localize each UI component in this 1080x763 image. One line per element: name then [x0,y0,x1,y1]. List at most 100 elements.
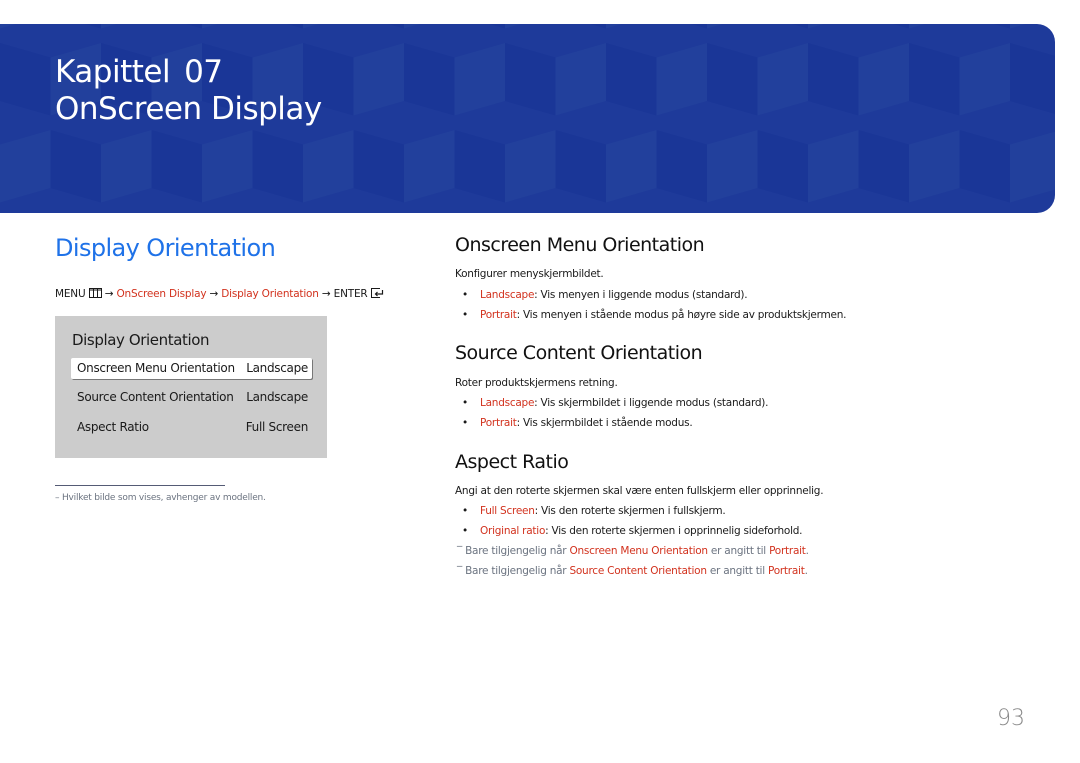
osd-item-value: Landscape [246,361,308,375]
osd-item-source-content-orientation[interactable]: Source Content Orientation Landscape [71,387,312,408]
breadcrumb-arrow: → [209,288,219,300]
cube-face [656,43,707,116]
cube-face [101,130,152,203]
bullet-icon: • [462,289,468,301]
list-item: • Landscape: Vis skjermbildet i liggende … [462,397,768,409]
cube-face [606,130,657,203]
availability-note: ‾ Bare tilgjengelig når Onscreen Menu Or… [457,545,809,557]
availability-note: ‾ Bare tilgjengelig når Source Content O… [457,565,808,577]
cube-face [858,130,909,203]
breadcrumb-arrow: → [321,288,331,300]
cube-face [252,130,303,203]
cube-face [707,24,723,29]
cube-face [707,130,758,203]
cube-face [909,130,960,203]
description: Konfigurer menyskjermbildet. [455,268,604,280]
cube-face [691,24,707,29]
cube-face [50,130,101,203]
list-item: • Original ratio: Vis den roterte skjerme… [462,525,803,537]
note-text: er angitt til [707,545,770,557]
bullet-icon: • [462,525,468,537]
cube-face [202,24,218,29]
menu-grid-icon [88,288,102,301]
option-text: : Vis skjermbildet i stående modus. [516,417,693,429]
breadcrumb: MENU → OnScreen Display → Display Orient… [55,288,384,301]
cube-face [0,130,51,203]
option-text: : Vis menyen i liggende modus (standard)… [534,289,748,301]
cube-face [808,43,859,116]
cube-face [858,43,909,116]
heading-onscreen-menu-orientation: Onscreen Menu Orientation [455,234,705,256]
cube-face [808,130,859,203]
section-title: Display Orientation [55,234,276,262]
osd-item-label: Onscreen Menu Orientation [77,361,235,375]
osd-item-aspect-ratio[interactable]: Aspect Ratio Full Screen [71,417,312,438]
cube-face [606,43,657,116]
cube-face [287,24,303,29]
note-text: er angitt til [706,565,768,577]
cube-face [555,43,606,116]
cube-face [1010,131,1055,203]
list-item: • Landscape: Vis menyen i liggende modus … [462,289,748,301]
cube-face [994,24,1010,29]
osd-item-onscreen-menu-orientation[interactable]: Onscreen Menu Orientation Landscape [71,358,312,379]
cube-face [757,130,808,203]
cube-face [303,130,354,203]
breadcrumb-onscreen-display[interactable]: OnScreen Display [116,288,206,300]
chapter-heading: Kapittel 07 [55,54,223,90]
cube-face [555,130,606,203]
cube-face [505,43,556,116]
cube-face [404,43,455,116]
note-text: ‾ Bare tilgjengelig når [457,565,570,577]
chapter-number: 07 [184,54,223,90]
cube-face [808,24,824,29]
note-value: Portrait [769,545,806,557]
enter-icon [370,288,384,301]
cube-face [454,43,505,116]
osd-item-value: Full Screen [245,420,309,434]
chapter-label: Kapittel [55,54,171,90]
cube-face [353,130,404,203]
option-text: : Vis menyen i stående modus på høyre si… [516,309,847,321]
cube-face [303,24,319,29]
page-number: 93 [997,706,1025,731]
osd-item-value: Landscape [246,390,308,404]
cube-face [1010,43,1055,114]
option-term: Landscape [480,289,535,301]
cube-face [1010,24,1026,29]
cube-face [101,24,117,29]
cube-face [85,24,101,29]
note-text: . [805,545,809,557]
breadcrumb-arrow: → [104,288,114,300]
breadcrumb-enter: ENTER [333,288,368,300]
cube-face [893,24,909,29]
list-item: • Full Screen: Vis den roterte skjermen i… [462,505,726,517]
option-term: Original ratio [480,525,546,537]
chapter-banner: Kapittel 07 OnScreen Display [0,24,1055,213]
cube-face [0,24,16,29]
list-item: • Portrait: Vis skjermbildet i stående mo… [462,417,693,429]
cube-face [186,24,202,29]
cube-face [151,130,202,203]
cube-face [353,43,404,116]
osd-menu-title: Display Orientation [72,331,210,349]
cube-face [505,24,521,29]
footnote: – Hvilket bilde som vises, avhenger av m… [55,493,266,503]
bullet-icon: • [462,309,468,321]
option-term: Landscape [480,397,535,409]
option-text: : Vis den roterte skjermen i fullskjerm. [534,505,726,517]
bullet-icon: • [462,397,468,409]
cube-face [404,130,455,203]
breadcrumb-display-orientation[interactable]: Display Orientation [221,288,319,300]
option-term: Full Screen [480,505,535,517]
cube-face [909,43,960,116]
osd-item-label: Aspect Ratio [77,420,149,434]
option-text: : Vis den roterte skjermen i opprinnelig… [545,525,803,537]
osd-menu-panel: Display Orientation Onscreen Menu Orient… [55,316,327,458]
cube-face [454,130,505,203]
list-item: • Portrait: Vis menyen i stående modus på… [462,309,846,321]
cube-face [0,43,51,116]
cube-face [590,24,606,29]
cube-face [707,43,758,116]
cube-face [959,130,1010,203]
